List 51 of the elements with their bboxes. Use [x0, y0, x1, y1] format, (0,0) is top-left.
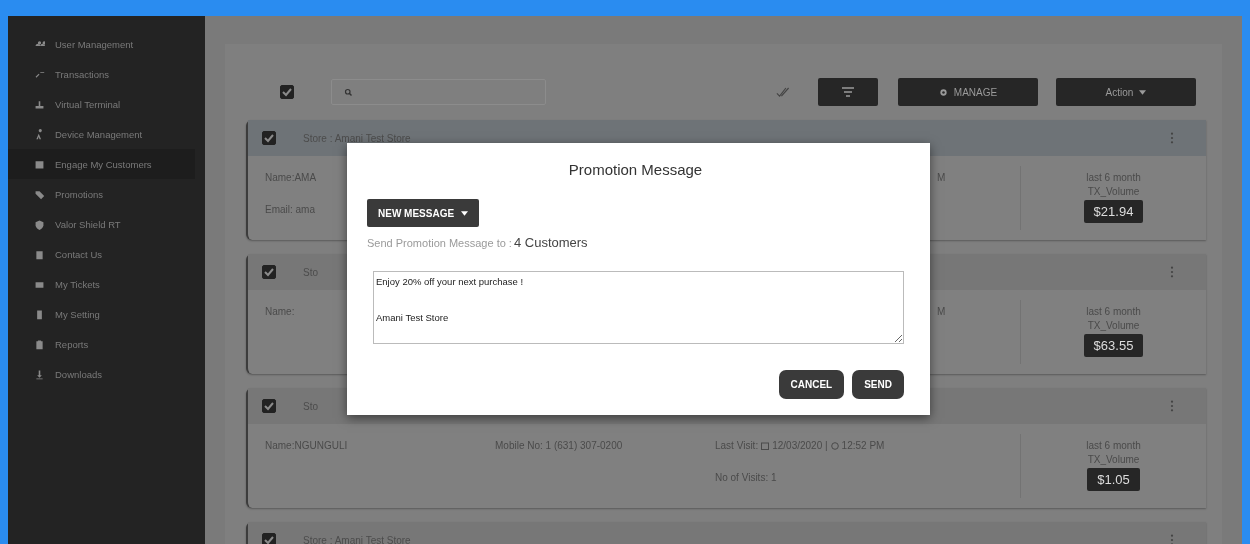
sidebar-item[interactable]: Transactions [8, 59, 205, 89]
search-field[interactable] [331, 79, 546, 105]
menu-item-icon [34, 248, 45, 260]
filter-icon [841, 87, 855, 97]
volume-amount: $63.55 [1083, 334, 1144, 357]
calendar-icon [761, 441, 770, 450]
dialog-title: Promotion Message [568, 161, 703, 178]
menu-item-icon [34, 368, 45, 380]
more-icon[interactable] [1170, 400, 1174, 412]
more-icon[interactable] [1170, 132, 1174, 144]
caret-icon [1139, 89, 1147, 95]
send-button[interactable]: SEND [852, 370, 904, 399]
card-checkbox[interactable] [262, 533, 276, 544]
filter-button[interactable] [818, 78, 878, 106]
more-icon[interactable] [1170, 266, 1174, 278]
sidebar-item[interactable]: Contact Us [8, 239, 205, 269]
search-icon [344, 87, 353, 97]
menu-item-icon [34, 158, 45, 170]
menu-item-icon [34, 98, 45, 110]
sidebar-item[interactable]: Device Management [8, 119, 205, 149]
select-all-checkbox[interactable] [280, 85, 294, 99]
sidebar-item[interactable]: Reports [8, 329, 205, 359]
sidebar-item[interactable]: Valor Shield RT [8, 209, 205, 239]
more-icon[interactable] [1170, 534, 1174, 544]
customer-count: 4 Customers [513, 235, 588, 250]
menu-item-icon [34, 218, 45, 230]
action-dropdown[interactable]: Action [1056, 78, 1196, 106]
card-checkbox[interactable] [262, 131, 276, 145]
message-field[interactable]: Enjoy 20% off your next purchase ! Amani Test Store [373, 271, 904, 344]
sidebar-item[interactable]: User Management [8, 29, 205, 59]
sidebar-item[interactable]: Downloads [8, 359, 205, 389]
menu-item-icon [34, 308, 45, 320]
card-checkbox[interactable] [262, 265, 276, 279]
sidebar-item[interactable]: Promotions [8, 179, 205, 209]
menu-item-icon [34, 128, 45, 140]
sidebar-item[interactable]: Virtual Terminal [8, 89, 205, 119]
clock-icon [830, 441, 839, 450]
new-message-dropdown[interactable]: NEW MESSAGE [367, 199, 480, 227]
manage-button[interactable]: MANAGE [898, 78, 1038, 106]
volume-amount: $21.94 [1083, 200, 1144, 223]
send-to-label: Send Promotion Message to : [367, 237, 512, 249]
sidebar-item[interactable]: My Setting [8, 299, 205, 329]
sidebar-item[interactable]: Engage My Customers [8, 149, 195, 179]
card-checkbox[interactable] [262, 399, 276, 413]
volume-amount: $1.05 [1087, 468, 1140, 491]
menu-item-icon [34, 188, 45, 200]
menu-item-icon [34, 338, 45, 350]
gear-icon [938, 87, 948, 97]
cancel-button[interactable]: CANCEL [778, 370, 845, 399]
caret-icon [461, 210, 469, 216]
sidebar-item[interactable]: My Tickets [8, 269, 205, 299]
